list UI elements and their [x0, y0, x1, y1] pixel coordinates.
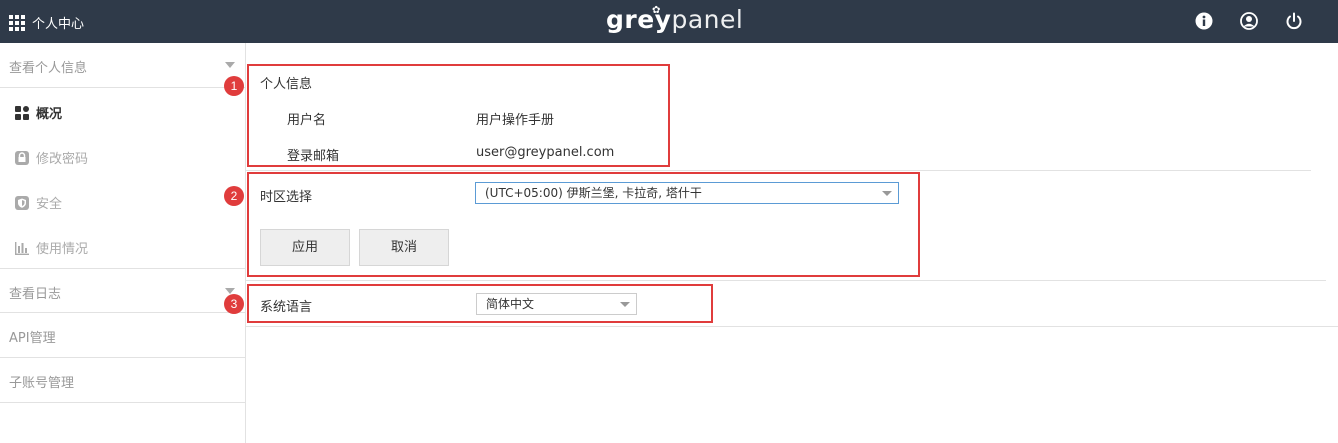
sidebar-item-security[interactable]: 安全: [14, 193, 62, 212]
top-navigation-bar: 个人中心 greypanel ✿: [0, 0, 1338, 43]
dashboard-icon: [15, 105, 29, 120]
info-icon[interactable]: [1194, 11, 1214, 31]
sidebar-section-subaccounts-label: 子账号管理: [9, 376, 75, 391]
logo-text-grey: grey: [606, 5, 672, 34]
shield-icon: [15, 195, 29, 210]
sidebar-item-overview[interactable]: 概况: [14, 103, 62, 122]
app-menu-button[interactable]: 个人中心: [9, 13, 84, 32]
lock-icon: [15, 150, 29, 165]
divider: [246, 280, 1326, 281]
bar-chart-icon: [15, 241, 29, 255]
sidebar-item-change-password[interactable]: 修改密码: [14, 148, 88, 167]
app-menu-label: 个人中心: [32, 17, 85, 32]
sidebar-section-profile-label: 查看个人信息: [9, 61, 88, 76]
logo-gear-icon: ✿: [652, 5, 661, 16]
sidebar-section-api-label: API管理: [9, 331, 56, 346]
user-icon[interactable]: [1239, 11, 1259, 31]
annotation-box-3: [247, 284, 713, 323]
annotation-box-2: [247, 172, 920, 277]
divider: [246, 326, 1338, 327]
sidebar-item-label: 安全: [36, 197, 63, 212]
sidebar-item-usage[interactable]: 使用情况: [14, 238, 88, 257]
apps-grid-icon: [9, 14, 25, 31]
sidebar: 查看个人信息 概况 修改密码 安全 使用情况 查看日志 API管理 子账号管理: [0, 43, 246, 443]
power-icon[interactable]: [1284, 11, 1304, 31]
sidebar-section-subaccounts[interactable]: 子账号管理: [0, 358, 245, 403]
logo-text-panel: panel: [671, 5, 744, 34]
sidebar-item-label: 使用情况: [36, 242, 89, 257]
sidebar-section-api[interactable]: API管理: [0, 313, 245, 358]
sidebar-section-profile[interactable]: 查看个人信息: [0, 43, 245, 88]
sidebar-section-logs-label: 查看日志: [9, 287, 62, 302]
chevron-down-icon: [225, 62, 235, 68]
annotation-badge-2: 2: [224, 186, 244, 206]
annotation-badge-1: 1: [224, 76, 244, 96]
annotation-box-1: [247, 64, 670, 167]
annotation-badge-3: 3: [224, 294, 244, 314]
sidebar-section-logs[interactable]: 查看日志: [0, 268, 245, 313]
divider: [246, 170, 1311, 171]
greypanel-logo[interactable]: greypanel ✿: [606, 5, 743, 34]
sidebar-item-label: 修改密码: [36, 152, 89, 167]
sidebar-item-label: 概况: [36, 107, 63, 122]
